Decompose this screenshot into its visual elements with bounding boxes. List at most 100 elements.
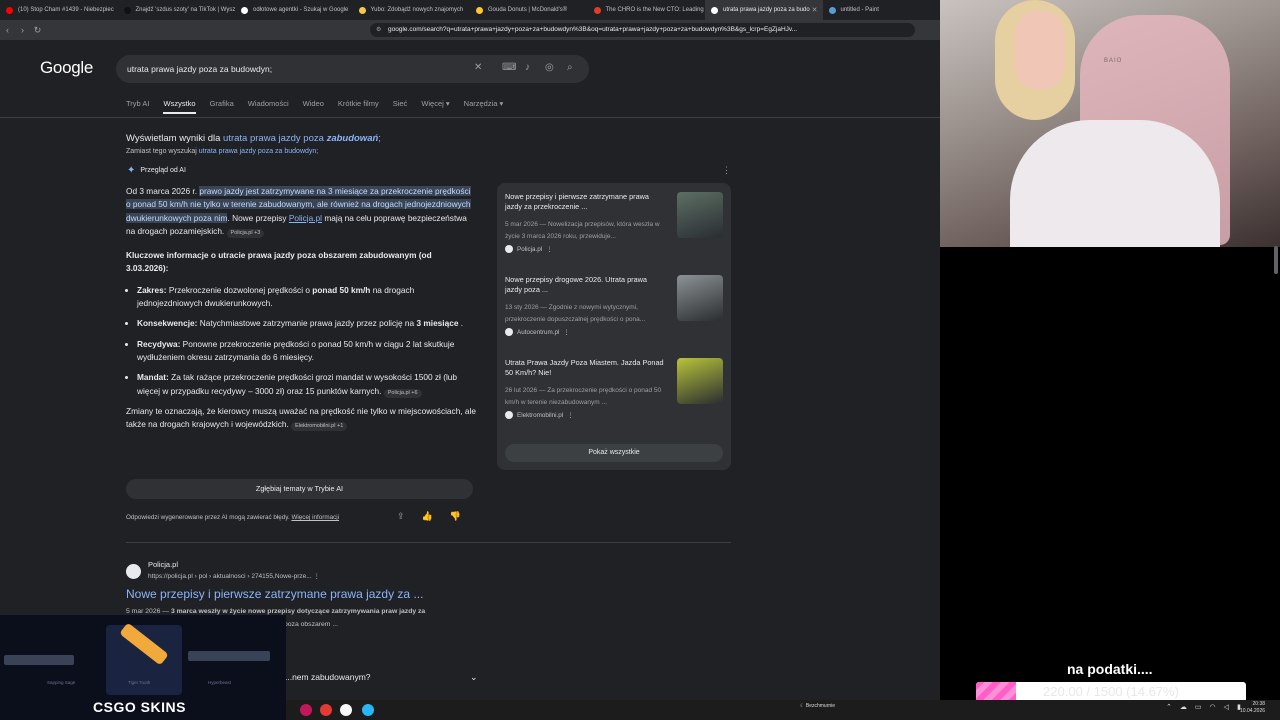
ai-intro: Od 3 marca 2026 r. prawo jazdy jest zatr… — [126, 186, 471, 238]
citation-chip[interactable]: Policja.pl +6 — [383, 388, 422, 398]
tab-close-icon[interactable]: ✕ — [812, 6, 818, 14]
ai-mode-dive-button[interactable]: Zgłębiaj tematy w Trybie AI — [126, 479, 473, 499]
search-instead: Zamiast tego wyszukaj utrata prawa jazdy… — [126, 148, 319, 155]
ai-bullet-list: Zakres: Przekroczenie dozwolonej prędkoś… — [126, 284, 476, 398]
forward-icon[interactable]: › — [15, 25, 30, 35]
tab-favicon-icon — [123, 6, 131, 14]
ai-bullet-item: Recydywa: Ponowne przekroczenie prędkośc… — [137, 338, 476, 365]
source-menu-icon[interactable]: ⋮ — [546, 246, 552, 253]
keyboard-icon[interactable]: ⌨ — [502, 62, 516, 73]
rifle-skin-left — [4, 655, 74, 665]
lens-icon[interactable]: ◎ — [545, 62, 554, 73]
search-tab[interactable]: Sieć — [393, 99, 408, 114]
source-title[interactable]: Nowe przepisy i pierwsze zatrzymane praw… — [505, 192, 665, 212]
source-title[interactable]: Nowe przepisy drogowe 2026. Utrata prawa… — [505, 275, 665, 295]
chevron-up-icon[interactable]: ⌃ — [1166, 703, 1172, 711]
tab-label: Gouda Donuts | McDonald's® — [488, 7, 568, 13]
source-site: Policja.pl ⋮ — [505, 245, 553, 253]
browser-tab[interactable]: odłotowe agentki - Szukaj w Google — [235, 0, 353, 20]
ai-source-card[interactable]: Nowe przepisy i pierwsze zatrzymane praw… — [505, 183, 723, 253]
site-info-icon[interactable]: ⚙ — [376, 26, 381, 33]
weather-widget[interactable]: ☾ Bezchmurnie — [800, 703, 835, 709]
chrome-icon[interactable] — [340, 704, 352, 716]
google-logo[interactable]: Google — [40, 58, 93, 78]
tab-favicon-icon — [711, 6, 718, 14]
spelling-correction: Wyświetlam wyniki dla utrata prawa jazdy… — [126, 133, 381, 144]
display-icon[interactable]: ▭ — [1195, 703, 1202, 711]
ai-bullet-item: Konsekwencje: Natychmiastowe zatrzymanie… — [137, 317, 476, 330]
source-site: Elektromobilni.pl ⋮ — [505, 411, 574, 419]
rifle-skin-right — [188, 651, 270, 661]
citation-chip[interactable]: Policja.pl +3 — [226, 228, 265, 238]
volume-icon[interactable]: ◁ — [1224, 703, 1229, 711]
policja-link[interactable]: Policja.pl — [289, 213, 322, 223]
system-tray: ⌃ ☁ ▭ ◠ ◁ ▮ — [1166, 703, 1241, 711]
skin-label: Sapping Sage — [47, 680, 76, 685]
search-tab[interactable]: Tryb AI — [126, 99, 149, 114]
search-icon[interactable]: ⌕ — [567, 62, 573, 73]
browser-tab[interactable]: (10) Stop Cham #1439 - Niebezpiec — [0, 0, 118, 20]
result-title-link[interactable]: Nowe przepisy i pierwsze zatrzymane praw… — [126, 587, 423, 601]
browser-tab[interactable]: untitled - Paint — [823, 0, 941, 20]
original-query-link[interactable]: utrata prawa jazdy poza za budowdyn; — [199, 148, 318, 155]
browser-tab[interactable]: Yubo: Zdobądź nowych znajomych — [353, 0, 471, 20]
source-favicon-icon — [505, 411, 513, 419]
search-input[interactable]: utrata prawa jazdy poza za budowdyn; — [127, 64, 272, 74]
url-field[interactable]: ⚙ google.com/search?q=utrata+prawa+jazdy… — [370, 23, 915, 37]
wifi-icon[interactable]: ◠ — [1210, 703, 1216, 711]
ai-source-card[interactable]: Utrata Prawa Jazdy Poza Miastem. Jazda P… — [505, 349, 723, 419]
browser-tab[interactable]: The CHRO is the New CTO: Leading — [588, 0, 706, 20]
reload-icon[interactable]: ↻ — [30, 25, 45, 36]
result-url: https://policja.pl › pol › aktualnosci ›… — [148, 573, 320, 580]
skin-label: Hyperbeast — [208, 680, 232, 685]
microphone-icon[interactable]: ♪ — [525, 62, 530, 73]
search-box[interactable]: utrata prawa jazdy poza za budowdyn; ✕ ⌨… — [116, 55, 589, 83]
search-tab[interactable]: Narzędzia ▾ — [464, 99, 504, 114]
tab-label: utrata prawa jazdy poza za budo — [723, 7, 810, 13]
corrected-query-link[interactable]: utrata prawa jazdy poza zabudowań; — [223, 133, 381, 144]
chevron-down-icon[interactable]: ⌄ — [470, 672, 478, 683]
browser-tab-bar: (10) Stop Cham #1439 - Niebezpiec Znajdź … — [0, 0, 940, 20]
source-title[interactable]: Utrata Prawa Jazdy Poza Miastem. Jazda P… — [505, 358, 665, 378]
thumbs-up-icon[interactable]: 👍 — [422, 511, 433, 522]
ai-bullet-item: Mandat: Za tak rażące przekroczenie pręd… — [137, 371, 476, 398]
ai-sparkle-icon: ✦ — [127, 165, 136, 176]
taskbar-clock[interactable]: 20:38 10.04.2026 — [1240, 701, 1265, 715]
search-tab[interactable]: Grafika — [210, 99, 234, 114]
thumbs-down-icon[interactable]: 👎 — [450, 511, 461, 522]
opera-icon[interactable] — [300, 704, 312, 716]
chair-brand: BAIO — [1104, 58, 1123, 64]
search-tab[interactable]: Wideo — [303, 99, 324, 114]
edge-icon[interactable] — [362, 704, 374, 716]
people-also-ask-question[interactable]: ...nem zabudowanym? — [285, 672, 371, 682]
cloud-icon[interactable]: ☁ — [1180, 703, 1187, 711]
tab-label: Yubo: Zdobądź nowych znajomych — [370, 7, 464, 13]
scrollbar-thumb[interactable] — [1274, 246, 1278, 274]
search-tab[interactable]: Krótkie filmy — [338, 99, 379, 114]
clear-icon[interactable]: ✕ — [474, 62, 482, 73]
webcam-overlay: BAIO — [940, 0, 1280, 247]
result-site-name: Policja.pl — [148, 560, 179, 569]
key-info-heading: Kluczowe informacje o utracie prawa jazd… — [126, 250, 432, 274]
result-menu-icon[interactable]: ⋮ — [313, 573, 320, 580]
ai-overview-body: Od 3 marca 2026 r. prawo jazdy jest zatr… — [126, 185, 476, 432]
browser-tab[interactable]: Gouda Donuts | McDonald's® — [470, 0, 588, 20]
search-tab[interactable]: Wszystko — [163, 99, 196, 114]
search-type-tabs: Tryb AI Wszystko Grafika Wiadomości Wideo Kró… — [126, 99, 503, 114]
ai-source-card[interactable]: Nowe przepisy drogowe 2026. Utrata prawa… — [505, 266, 723, 336]
search-tab[interactable]: Wiadomości — [248, 99, 289, 114]
share-icon[interactable]: ⇪ — [397, 511, 405, 522]
tab-favicon-icon — [828, 6, 836, 14]
show-all-button[interactable]: Pokaż wszystkie — [505, 444, 723, 462]
learn-more-link[interactable]: Więcej informacji — [291, 514, 339, 521]
app-icon[interactable] — [320, 704, 332, 716]
source-site: Autocentrum.pl ⋮ — [505, 328, 570, 336]
citation-chip[interactable]: Elektromobilni.pl +1 — [291, 422, 348, 432]
back-icon[interactable]: ‹ — [0, 25, 15, 35]
search-tab[interactable]: Więcej ▾ — [421, 99, 449, 114]
browser-tab[interactable]: Znajdź 'szdus szoty' na TikTok | Wysz — [118, 0, 235, 20]
browser-tab[interactable]: utrata prawa jazdy poza za budo ✕ — [705, 0, 823, 20]
more-options-icon[interactable]: ⋮ — [722, 165, 731, 176]
source-menu-icon[interactable]: ⋮ — [563, 329, 569, 336]
source-menu-icon[interactable]: ⋮ — [567, 412, 573, 419]
